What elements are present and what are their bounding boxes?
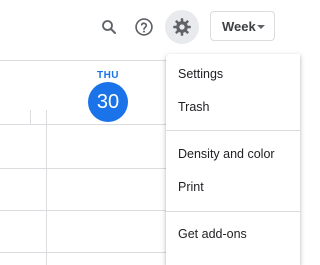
menu-divider xyxy=(166,130,300,131)
menu-item-print[interactable]: Print xyxy=(166,171,300,203)
menu-item-trash[interactable]: Trash xyxy=(166,91,300,123)
view-selector-label: Week xyxy=(222,18,256,34)
search-button[interactable] xyxy=(92,10,126,44)
settings-menu: Settings Trash Density and color Print G… xyxy=(166,54,300,265)
menu-divider xyxy=(166,211,300,212)
day-number[interactable]: 30 xyxy=(88,82,128,122)
view-selector[interactable]: Week xyxy=(210,11,275,41)
menu-item-density-and-color[interactable]: Density and color xyxy=(166,138,300,170)
menu-item-get-add-ons[interactable]: Get add-ons xyxy=(166,218,300,250)
help-icon xyxy=(134,17,154,37)
grid-tick xyxy=(30,110,31,124)
settings-button[interactable] xyxy=(165,10,199,44)
day-name: THU xyxy=(96,70,120,81)
chevron-down-icon xyxy=(257,25,265,29)
menu-item-settings[interactable]: Settings xyxy=(166,58,300,90)
grid-column-line xyxy=(46,110,47,265)
search-icon xyxy=(100,18,118,36)
settings-gear-icon xyxy=(172,17,192,37)
help-button[interactable] xyxy=(127,10,161,44)
